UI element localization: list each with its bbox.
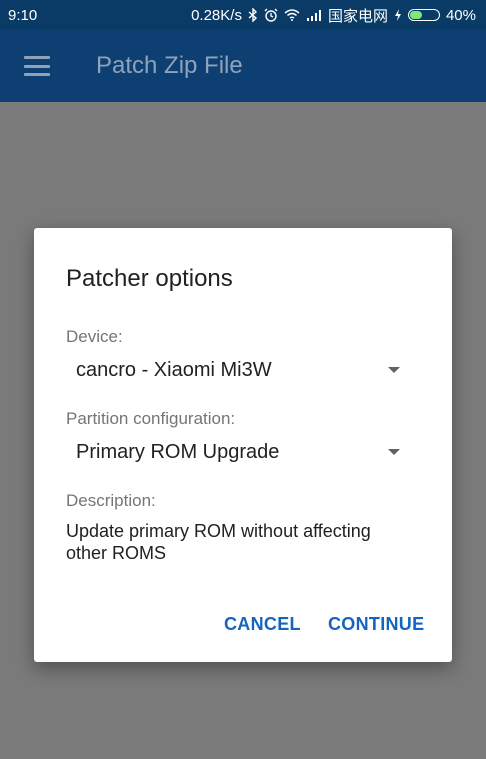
carrier-name: 国家电网 [327,7,388,25]
partition-select-value: Primary ROM Upgrade [76,440,280,463]
cancel-button[interactable]: CANCEL [220,610,305,639]
dropdown-arrow-icon [388,449,400,455]
app-title: Patch Zip File [96,52,243,79]
partition-label: Partition configuration: [66,409,236,428]
description-text: Update primary ROM without affecting oth… [66,521,371,563]
description-label: Description: [66,491,156,510]
continue-button[interactable]: CONTINUE [324,610,428,639]
alarm-icon [264,8,278,22]
dialog-title: Patcher options [66,265,233,292]
battery-fill [409,11,422,19]
signal-icon [306,9,322,21]
status-indicators: 0.28K/s 国家电网 40% [191,5,476,26]
battery-percent: 40% [445,6,476,24]
device-label: Device: [66,327,123,346]
battery-icon [407,9,440,21]
app-bar: Patch Zip File [0,30,486,102]
bluetooth-icon [248,8,258,22]
net-speed: 0.28K/s [191,6,242,24]
charging-icon [394,8,402,22]
device-select-value: cancro - Xiaomi Mi3W [76,358,272,381]
device-select[interactable]: cancro - Xiaomi Mi3W [66,354,400,386]
partition-select[interactable]: Primary ROM Upgrade [66,436,400,468]
wifi-icon [284,9,300,21]
patcher-options-dialog: Patcher options Device: cancro - Xiaomi … [34,228,452,662]
dropdown-arrow-icon [388,367,400,373]
menu-icon[interactable] [24,56,50,76]
status-bar: 9:10 0.28K/s 国家电网 40% [0,0,486,30]
status-time: 9:10 [8,6,38,24]
